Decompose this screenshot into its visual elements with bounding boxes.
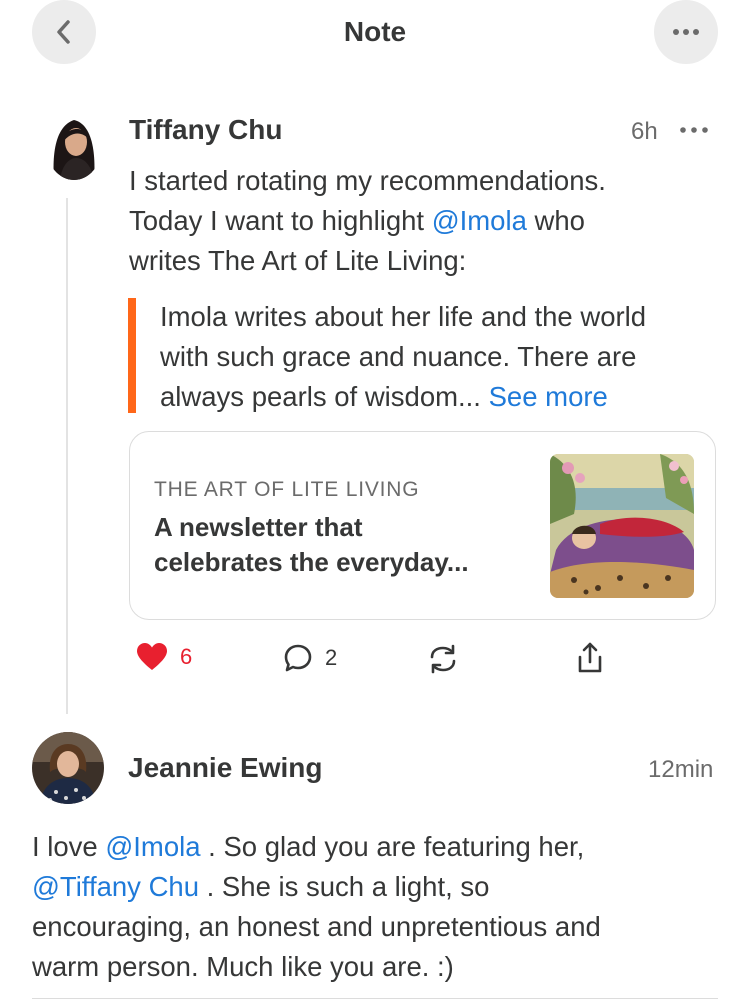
reply-line: I love @Imola . So glad you are featurin… xyxy=(32,827,732,867)
reply-line: encouraging, an honest and unpretentious… xyxy=(32,911,601,942)
reply-line: @Tiffany Chu . She is such a light, so xyxy=(32,867,732,907)
avatar[interactable] xyxy=(32,732,104,804)
share-icon xyxy=(578,642,602,673)
reply-author[interactable]: Jeannie Ewing xyxy=(128,752,323,784)
mention-link[interactable]: @Tiffany Chu xyxy=(32,871,199,902)
thread-line xyxy=(66,198,68,714)
quote-line: with such grace and nuance. There are xyxy=(160,341,637,372)
ellipsis-icon xyxy=(673,29,699,35)
share-button[interactable] xyxy=(575,641,605,675)
reply-text: . She is such a light, so xyxy=(199,871,490,902)
publication-card[interactable]: THE ART OF LITE LIVING A newsletter that… xyxy=(129,431,716,620)
reply-time: 12min xyxy=(648,756,714,783)
reply-text: I love xyxy=(32,831,106,862)
quote-text: always pearls of wisdom... xyxy=(160,381,489,412)
post-line: writes The Art of Lite Living: xyxy=(129,245,467,276)
post-line: I started rotating my recommendations. xyxy=(129,165,606,196)
reply-text: . So glad you are featuring her, xyxy=(200,831,585,862)
post-line: Today I want to highlight @Imola who xyxy=(129,201,729,241)
recommendation-quote: Imola writes about her life and the worl… xyxy=(160,297,730,417)
publication-thumbnail xyxy=(550,454,694,598)
restack-icon xyxy=(430,644,456,674)
publication-name: THE ART OF LITE LIVING xyxy=(154,478,420,501)
more-options-button[interactable] xyxy=(654,0,718,64)
mention-link[interactable]: @Imola xyxy=(432,205,527,236)
description-line: celebrates the everyday... xyxy=(154,547,469,577)
page-title: Note xyxy=(343,16,407,47)
post-author[interactable]: Tiffany Chu xyxy=(129,114,282,146)
heart-icon xyxy=(137,643,167,670)
like-button[interactable]: 6 xyxy=(136,642,192,672)
comment-icon xyxy=(284,644,312,672)
post-text: who xyxy=(526,205,585,236)
quote-bar xyxy=(128,298,136,413)
avatar[interactable] xyxy=(46,112,102,180)
quote-line: Imola writes about her life and the worl… xyxy=(160,301,647,332)
see-more-link[interactable]: See more xyxy=(489,381,608,412)
description-line: A newsletter that xyxy=(154,512,363,542)
restack-button[interactable] xyxy=(427,643,459,675)
publication-description: A newsletter that celebrates the everyda… xyxy=(154,510,524,580)
reply-body: I love @Imola . So glad you are featurin… xyxy=(32,827,732,987)
comment-button[interactable]: 2 xyxy=(283,643,337,673)
post-body: I started rotating my recommendations. T… xyxy=(129,161,729,281)
post-text: Today I want to highlight xyxy=(129,205,432,236)
post-time: 6h xyxy=(631,118,658,145)
mention-link[interactable]: @Imola xyxy=(105,831,200,862)
like-count: 6 xyxy=(180,644,193,669)
comment-count: 2 xyxy=(325,645,338,670)
divider xyxy=(32,998,718,999)
quote-line: always pearls of wisdom... See more xyxy=(160,377,730,417)
post-options-icon[interactable] xyxy=(678,125,710,135)
reply-line: warm person. Much like you are. :) xyxy=(32,951,454,982)
